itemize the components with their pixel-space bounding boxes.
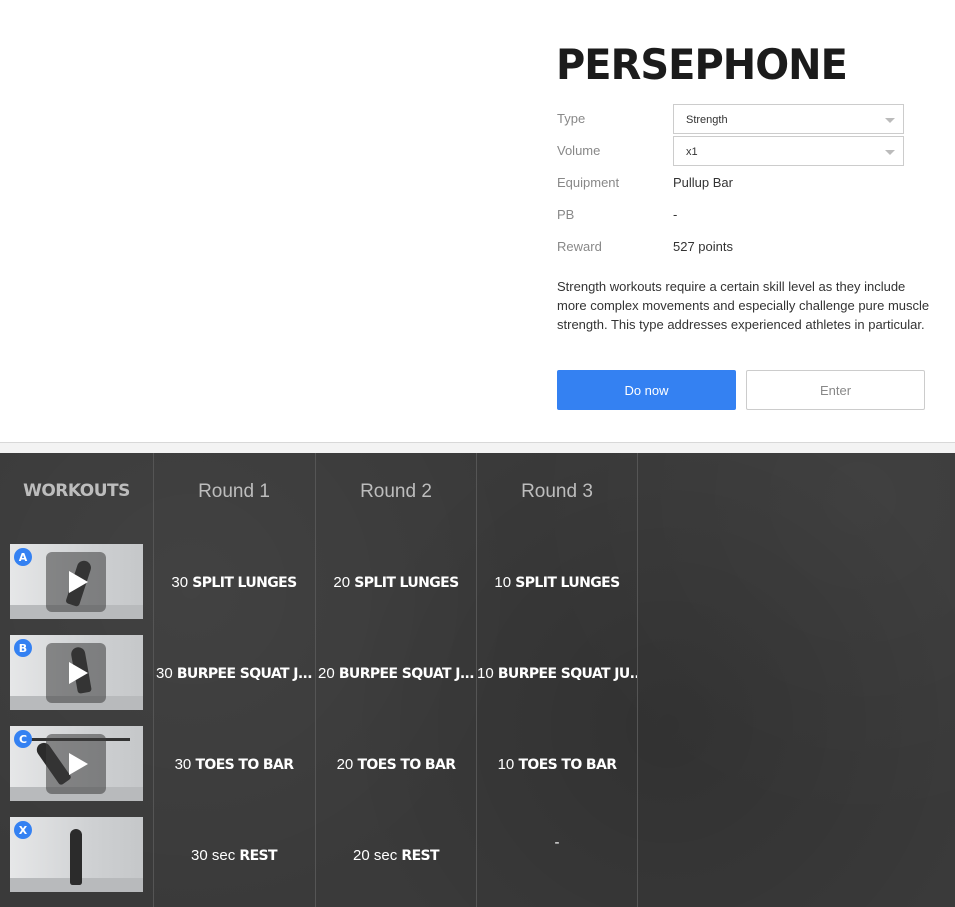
workout-detail-panel: PERSEPHONE Type Strength Volume x1 Equip… (0, 0, 955, 442)
chevron-down-icon (885, 150, 895, 155)
workout-title: PERSEPHONE (556, 40, 848, 89)
table-cell: 10 TOES TO BAR (497, 756, 617, 773)
reward-value: 527 points (673, 239, 733, 254)
table-cell: 30 sec REST (191, 847, 278, 864)
pb-value: - (673, 207, 678, 222)
enter-button[interactable]: Enter (746, 370, 925, 410)
type-label: Type (557, 111, 586, 126)
exercise-badge: A (14, 548, 32, 566)
round-1-header: Round 1 (198, 481, 270, 502)
type-select-value: Strength (686, 114, 728, 126)
table-cell: 30 BURPEE SQUAT J... (156, 665, 313, 682)
workout-table: WORKOUTS Round 1 Round 2 Round 3 A 30 SP… (0, 453, 955, 907)
play-icon[interactable] (46, 734, 106, 794)
volume-select-value: x1 (686, 146, 698, 158)
table-cell: - (554, 834, 560, 851)
exercise-video-thumbnail-b[interactable]: B (10, 635, 143, 710)
volume-select[interactable]: x1 (673, 136, 904, 166)
workout-description: Strength workouts require a certain skil… (557, 279, 930, 332)
section-divider (0, 442, 955, 453)
exercise-video-thumbnail-c[interactable]: C (10, 726, 143, 801)
reward-label: Reward (557, 239, 602, 254)
table-cell: 20 TOES TO BAR (336, 756, 456, 773)
table-cell: 20 sec REST (353, 847, 440, 864)
play-icon[interactable] (46, 552, 106, 612)
equipment-value: Pullup Bar (673, 175, 733, 190)
athlete-figure (70, 829, 82, 885)
do-now-button[interactable]: Do now (557, 370, 736, 410)
table-cell: 10 BURPEE SQUAT JU... (477, 665, 637, 682)
exercise-badge: X (14, 821, 32, 839)
equipment-label: Equipment (557, 175, 620, 190)
table-cell: 20 BURPEE SQUAT J... (318, 665, 475, 682)
table-cell: 20 SPLIT LUNGES (333, 574, 459, 591)
round-2-header: Round 2 (360, 481, 432, 502)
column-divider (637, 453, 638, 907)
round-3-header: Round 3 (521, 481, 593, 502)
play-icon[interactable] (46, 643, 106, 703)
chevron-down-icon (885, 118, 895, 123)
exercise-badge: C (14, 730, 32, 748)
workouts-header: WORKOUTS (23, 481, 130, 501)
exercise-video-thumbnail-a[interactable]: A (10, 544, 143, 619)
table-cell: 10 SPLIT LUNGES (494, 574, 620, 591)
table-cell: 30 TOES TO BAR (174, 756, 294, 773)
pb-label: PB (557, 207, 575, 222)
exercise-badge: B (14, 639, 32, 657)
table-cell: 30 SPLIT LUNGES (171, 574, 297, 591)
exercise-video-thumbnail-x[interactable]: X (10, 817, 143, 892)
volume-label: Volume (557, 143, 601, 158)
type-select[interactable]: Strength (673, 104, 904, 134)
